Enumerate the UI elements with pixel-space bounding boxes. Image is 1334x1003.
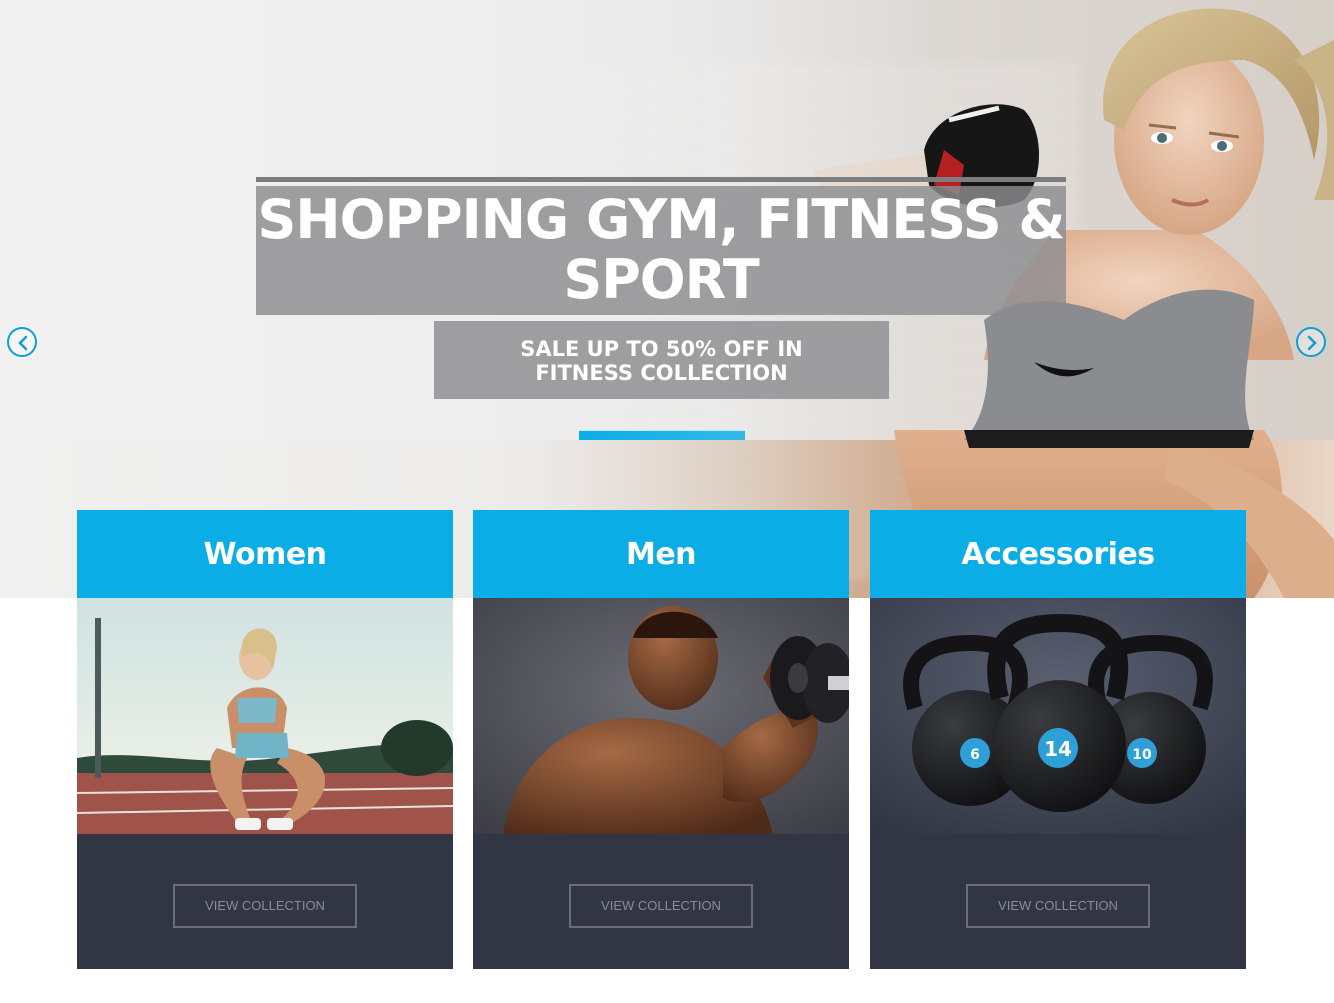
category-title: Men	[473, 510, 849, 598]
card-footer: VIEW COLLECTION	[77, 834, 453, 969]
card-footer: VIEW COLLECTION	[473, 834, 849, 969]
women-category-image[interactable]	[77, 598, 453, 834]
category-title: Women	[77, 510, 453, 598]
slider-next-button[interactable]	[1296, 327, 1326, 357]
category-title: Accessories	[870, 510, 1246, 598]
category-card-men: Men VIEW COLLECTION	[473, 510, 849, 969]
hero-title: SHOPPING GYM, FITNESS & SPORT	[256, 186, 1066, 315]
view-collection-button[interactable]: VIEW COLLECTION	[173, 884, 357, 928]
slider-prev-button[interactable]	[7, 327, 37, 357]
hero-cta-button[interactable]	[579, 430, 745, 440]
card-footer: VIEW COLLECTION	[870, 834, 1246, 969]
category-card-accessories: Accessories 6 10 14 VIEW COLLECTION	[870, 510, 1246, 969]
hero-subtitle: SALE UP TO 50% OFF IN FITNESS COLLECTION	[434, 321, 889, 399]
kettlebell-label: 14	[1044, 737, 1072, 761]
kettlebell-label: 6	[970, 747, 980, 763]
title-divider	[256, 177, 1066, 182]
view-collection-button[interactable]: VIEW COLLECTION	[966, 884, 1150, 928]
men-category-image[interactable]	[473, 598, 849, 834]
view-collection-button[interactable]: VIEW COLLECTION	[569, 884, 753, 928]
kettlebell-label: 10	[1132, 747, 1152, 763]
category-card-women: Women VIEW COLLECTION	[77, 510, 453, 969]
accessories-category-image[interactable]: 6 10 14	[870, 598, 1246, 834]
chevron-right-icon	[1307, 335, 1317, 351]
chevron-left-icon	[18, 335, 28, 351]
hero-slider: SHOPPING GYM, FITNESS & SPORT SALE UP TO…	[0, 0, 1334, 598]
